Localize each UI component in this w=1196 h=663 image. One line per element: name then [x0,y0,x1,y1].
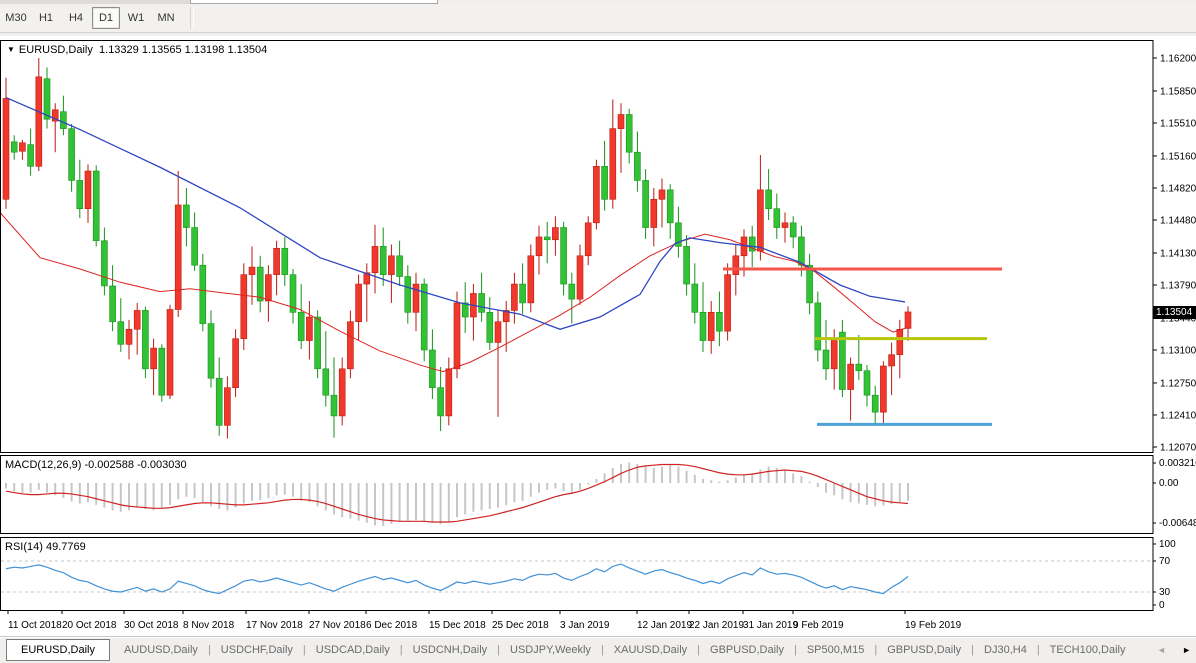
timeframe-button-mn[interactable]: MN [152,7,180,29]
svg-text:1.12750: 1.12750 [1160,378,1196,389]
svg-text:11 Oct 2018: 11 Oct 2018 [8,620,62,631]
chart-tab-audusd-daily[interactable]: AUDUSD,Daily [114,640,208,661]
svg-text:6 Dec 2018: 6 Dec 2018 [366,620,418,631]
svg-text:20 Oct 2018: 20 Oct 2018 [62,620,117,631]
chart-tab-bar: EURUSD,DailyAUDUSD,Daily|USDCHF,Daily|US… [0,636,1196,663]
chart-dropdown-icon[interactable]: ▼ [7,45,15,54]
chart-tab-gbpusd-daily[interactable]: GBPUSD,Daily [700,640,794,661]
svg-text:19 Feb 2019: 19 Feb 2019 [905,620,962,631]
tab-scroll-controls: ◄ ► [1154,641,1194,659]
svg-text:1.12410: 1.12410 [1160,410,1196,421]
svg-text:8 Nov 2018: 8 Nov 2018 [183,620,235,631]
chart-tab-xauusd-daily[interactable]: XAUUSD,Daily [604,640,697,661]
tab-scroll-right-icon[interactable]: ► [1182,641,1191,659]
chart-tab-sp500-m15[interactable]: SP500,M15 [797,640,874,661]
chart-tab-dj30-h4[interactable]: DJ30,H4 [974,640,1037,661]
svg-text:3 Jan 2019: 3 Jan 2019 [560,620,610,631]
svg-text:30 Oct 2018: 30 Oct 2018 [124,620,179,631]
svg-text:9 Feb 2019: 9 Feb 2019 [793,620,844,631]
mt4-window: M30H1H4D1W1MN 1.16200 1.15850 1.15510 1.151… [0,0,1196,663]
svg-text:1.12070: 1.12070 [1160,443,1196,454]
svg-text:30: 30 [1159,587,1171,598]
svg-text:0.00: 0.00 [1159,478,1179,489]
tab-scroll-left-icon[interactable]: ◄ [1157,641,1166,659]
chart-tab-eurusd-daily[interactable]: EURUSD,Daily [6,639,110,661]
timeframe-toolbar: M30H1H4D1W1MN [0,4,1196,33]
price-chart-svg[interactable]: 1.16200 1.15850 1.15510 1.15160 1.14820 1.144… [0,36,1196,636]
timeframe-button-h4[interactable]: H4 [62,7,90,29]
chart-tab-tech100-daily[interactable]: TECH100,Daily [1040,640,1136,661]
chart-tab-usdcnh-daily[interactable]: USDCNH,Daily [403,640,498,661]
svg-text:1.14130: 1.14130 [1160,248,1196,259]
svg-text:100: 100 [1159,539,1176,550]
svg-text:1.13440: 1.13440 [1160,313,1196,324]
svg-text:0.003216: 0.003216 [1159,458,1196,469]
chart-tab-usdjpy-weekly[interactable]: USDJPY,Weekly [500,640,601,661]
svg-text:15 Dec 2018: 15 Dec 2018 [429,620,486,631]
svg-text:-0.006485: -0.006485 [1159,518,1196,529]
svg-text:27 Nov 2018: 27 Nov 2018 [309,620,366,631]
timeframe-button-d1[interactable]: D1 [92,7,120,29]
timeframe-button-h1[interactable]: H1 [32,7,60,29]
svg-text:12 Jan 2019: 12 Jan 2019 [637,620,692,631]
timeframe-button-m30[interactable]: M30 [2,7,30,29]
chart-tab-usdcad-daily[interactable]: USDCAD,Daily [306,640,400,661]
chart-tab-usdchf-daily[interactable]: USDCHF,Daily [211,640,303,661]
svg-text:1.15160: 1.15160 [1160,151,1196,162]
svg-text:25 Dec 2018: 25 Dec 2018 [492,620,549,631]
svg-text:0: 0 [1159,600,1165,611]
svg-text:1.13790: 1.13790 [1160,280,1196,291]
svg-text:1.14820: 1.14820 [1160,183,1196,194]
svg-text:1.16200: 1.16200 [1160,54,1196,65]
toolbar-separator [190,7,194,29]
svg-text:1.15850: 1.15850 [1160,86,1196,97]
svg-text:70: 70 [1159,556,1171,567]
svg-text:17 Nov 2018: 17 Nov 2018 [246,620,303,631]
timeframe-button-w1[interactable]: W1 [122,7,150,29]
svg-text:1.13100: 1.13100 [1160,345,1196,356]
svg-text:1.14480: 1.14480 [1160,216,1196,227]
svg-text:22 Jan 2019: 22 Jan 2019 [689,620,744,631]
chart-tab-gbpusd-daily[interactable]: GBPUSD,Daily [877,640,971,661]
svg-text:1.15510: 1.15510 [1160,118,1196,129]
svg-text:31 Jan 2019: 31 Jan 2019 [743,620,798,631]
tab-strip: EURUSD,DailyAUDUSD,Daily|USDCHF,Daily|US… [0,639,1135,661]
